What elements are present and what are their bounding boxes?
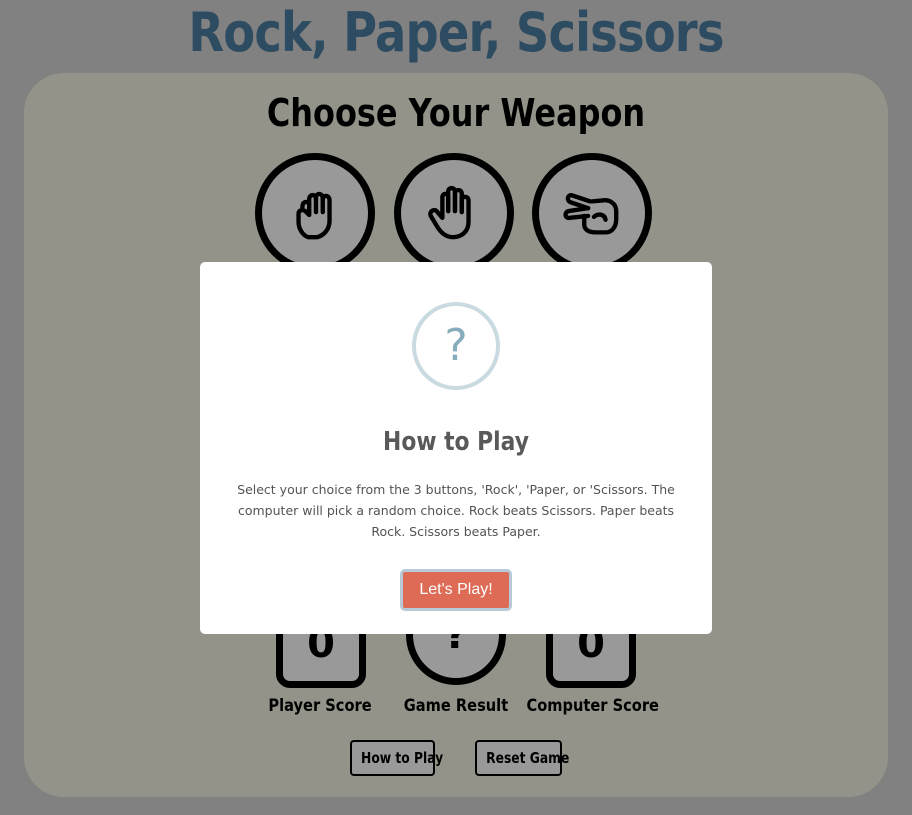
modal-text: Select your choice from the 3 buttons, '… [237, 482, 675, 539]
how-to-play-modal: ? How to Play Select your choice from th… [200, 262, 712, 634]
question-icon: ? [412, 302, 500, 390]
modal-title: How to Play [383, 427, 529, 457]
lets-play-button[interactable]: Let's Play! [400, 569, 512, 611]
